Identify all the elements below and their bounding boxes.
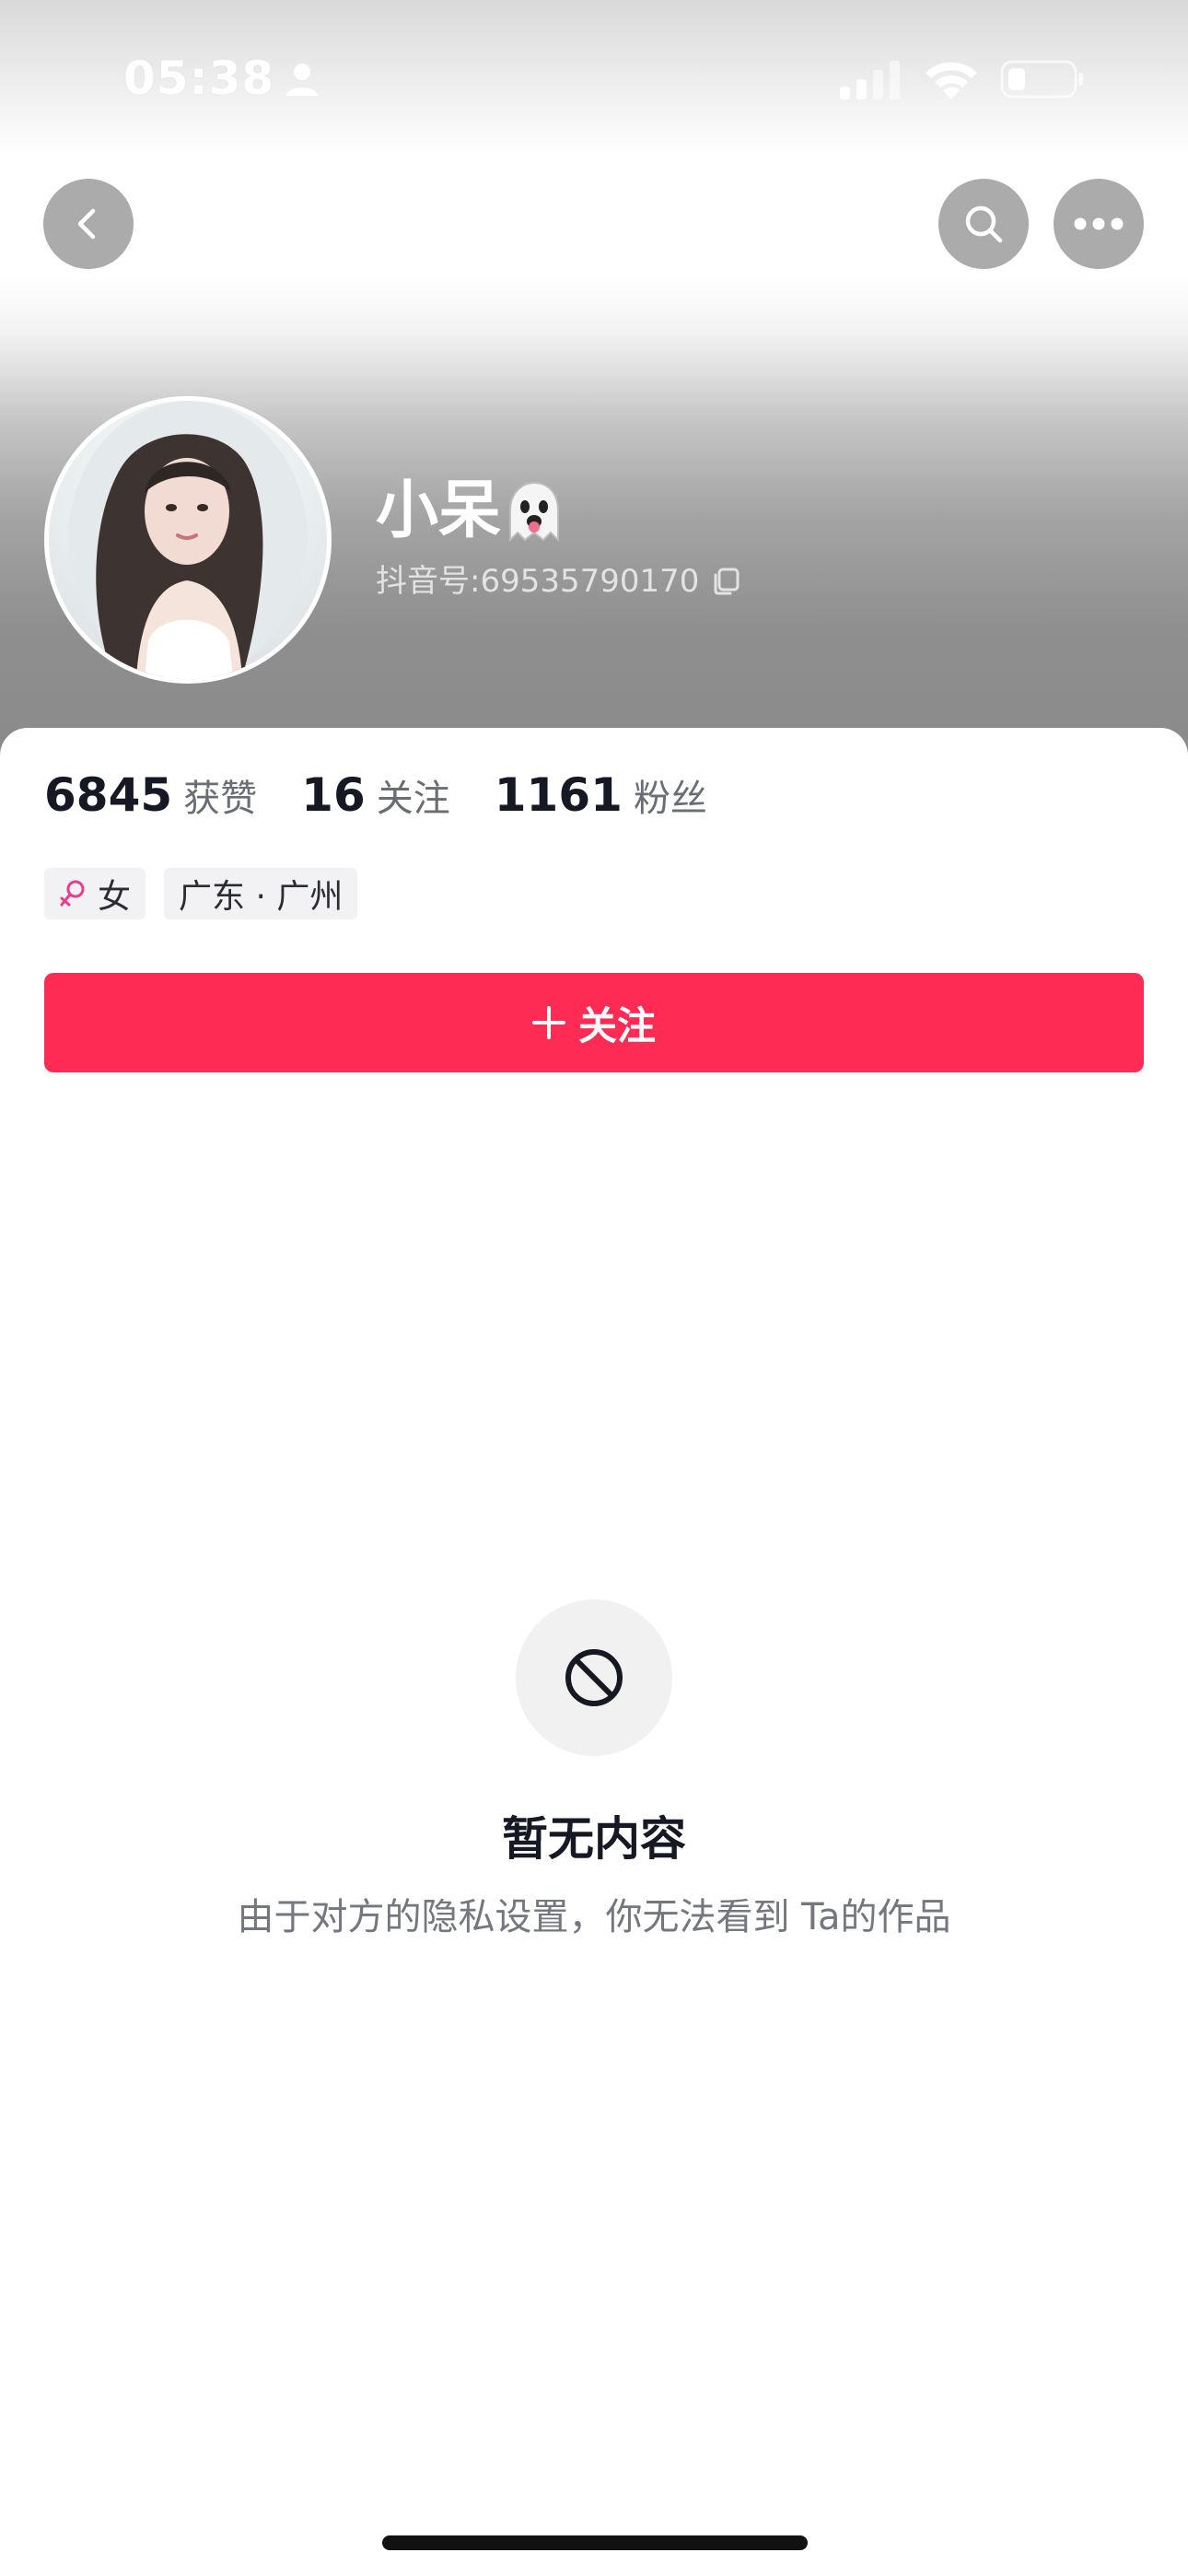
location-tag: 广东 · 广州 [164, 868, 358, 919]
location-label: 广东 · 广州 [179, 878, 344, 916]
douyin-id-value: 69535790170 [480, 563, 700, 600]
stat-followers[interactable]: 1161 粉丝 [495, 768, 707, 822]
person-icon [286, 64, 318, 96]
avatar[interactable] [44, 396, 332, 684]
ghost-tongue-emoji [509, 481, 559, 543]
plus-icon [531, 1006, 565, 1039]
follow-button[interactable]: 关注 [44, 973, 1144, 1072]
more-button[interactable] [1054, 179, 1144, 269]
stat-likes-label: 获赞 [183, 778, 258, 820]
stat-followers-label: 粉丝 [633, 778, 707, 820]
empty-state-description: 由于对方的隐私设置，你无法看到 Ta的作品 [237, 1896, 951, 1938]
search-icon [965, 205, 1003, 243]
more-horizontal-icon [1074, 217, 1124, 230]
status-time: 05:38 [123, 52, 275, 105]
stat-following-value: 16 [301, 768, 366, 822]
empty-state-icon-container [516, 1599, 672, 1756]
profile-screen: 05:38 小呆 抖音号: 69535790170 6845 获赞 16 关注 … [0, 0, 1188, 2576]
chevron-left-icon [77, 208, 96, 240]
stat-likes-value: 6845 [44, 768, 173, 822]
search-button[interactable] [938, 179, 1029, 269]
wifi-icon [926, 62, 977, 100]
stat-followers-value: 1161 [494, 768, 623, 822]
stat-following-label: 关注 [376, 778, 450, 820]
home-indicator[interactable] [382, 2535, 808, 2550]
gender-tag: 女 [44, 868, 146, 919]
follow-button-label: 关注 [577, 1002, 656, 1048]
back-button[interactable] [43, 179, 134, 269]
stat-likes[interactable]: 6845 获赞 [44, 768, 257, 822]
stat-following[interactable]: 16 关注 [301, 768, 450, 822]
avatar-photo [68, 401, 308, 679]
empty-state-title: 暂无内容 [502, 1812, 686, 1866]
battery-icon [1000, 60, 1083, 99]
douyin-id-row: 抖音号: 69535790170 [376, 560, 741, 603]
stats-row: 6845 获赞 16 关注 1161 粉丝 [44, 768, 751, 822]
douyin-id-label: 抖音号: [376, 563, 481, 600]
username: 小呆 [376, 474, 502, 547]
cellular-signal-icon [840, 61, 900, 100]
block-icon [565, 1649, 623, 1706]
profile-tags: 女 广东 · 广州 [44, 868, 376, 919]
gender-label: 女 [98, 878, 132, 916]
female-icon [60, 880, 85, 907]
copy-icon[interactable] [710, 566, 741, 597]
